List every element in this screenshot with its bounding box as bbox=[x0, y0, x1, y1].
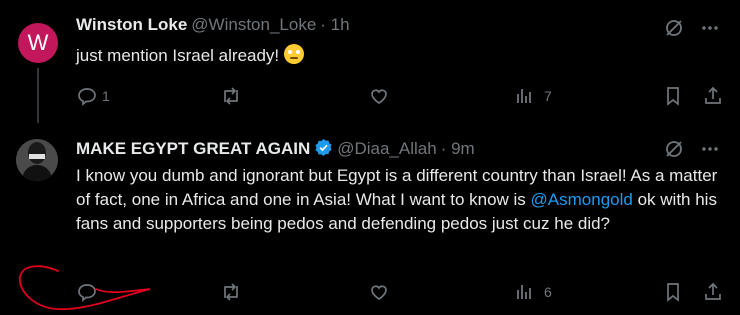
reply-icon bbox=[78, 88, 96, 106]
grok-icon[interactable] bbox=[664, 139, 684, 164]
view-count: 7 bbox=[544, 88, 552, 104]
reply-button[interactable] bbox=[76, 281, 98, 303]
views-icon bbox=[517, 285, 531, 299]
rolling-eyes-emoji-icon bbox=[283, 44, 304, 64]
handle[interactable]: @Diaa_Allah bbox=[337, 139, 436, 158]
thread-line bbox=[37, 68, 39, 123]
timestamp[interactable]: · 1h bbox=[320, 15, 349, 34]
views-button[interactable]: 7 bbox=[514, 85, 552, 107]
tweet-top-icons bbox=[664, 139, 720, 164]
retweet-button[interactable] bbox=[220, 281, 242, 303]
reply-button[interactable]: 1 bbox=[76, 85, 110, 107]
more-icon[interactable] bbox=[700, 139, 720, 164]
more-icon[interactable] bbox=[700, 18, 720, 43]
retweet-icon bbox=[224, 283, 238, 301]
avatar[interactable]: W bbox=[18, 23, 58, 63]
heart-icon bbox=[371, 285, 387, 300]
like-button[interactable] bbox=[368, 281, 390, 303]
heart-icon bbox=[371, 89, 387, 104]
bookmark-icon bbox=[667, 87, 679, 106]
share-icon bbox=[705, 86, 721, 104]
avatar[interactable] bbox=[16, 139, 58, 181]
reply-icon bbox=[78, 284, 96, 302]
bookmark-button[interactable] bbox=[662, 281, 684, 303]
tweet-header: Winston Loke @Winston_Loke · 1h bbox=[76, 15, 350, 35]
display-name[interactable]: MAKE EGYPT GREAT AGAIN bbox=[76, 139, 310, 158]
views-icon bbox=[517, 89, 531, 103]
share-button[interactable] bbox=[702, 281, 724, 303]
tweet-actions: 6 bbox=[60, 281, 740, 305]
tweet-text-content: just mention Israel already! bbox=[76, 46, 280, 65]
view-count: 6 bbox=[544, 284, 552, 300]
retweet-icon bbox=[224, 87, 238, 105]
tweet-actions: 1 7 bbox=[60, 85, 740, 109]
tweet-text: I know you dumb and ignorant but Egypt i… bbox=[76, 164, 726, 236]
timestamp[interactable]: · 9m bbox=[441, 139, 475, 158]
like-button[interactable] bbox=[368, 85, 390, 107]
reply-count: 1 bbox=[102, 88, 110, 104]
display-name[interactable]: Winston Loke bbox=[76, 15, 187, 34]
avatar-letter: W bbox=[27, 30, 49, 55]
retweet-button[interactable] bbox=[220, 85, 242, 107]
bookmark-icon bbox=[667, 283, 679, 302]
bookmark-button[interactable] bbox=[662, 85, 684, 107]
mention-link[interactable]: @Asmongold bbox=[531, 190, 633, 209]
tweet-text: just mention Israel already! bbox=[76, 44, 304, 68]
tweet-header: MAKE EGYPT GREAT AGAIN @Diaa_Allah · 9m bbox=[76, 138, 475, 162]
verified-badge-icon bbox=[314, 138, 333, 162]
tweet-top-icons bbox=[664, 18, 720, 43]
share-button[interactable] bbox=[702, 85, 724, 107]
views-button[interactable]: 6 bbox=[514, 281, 552, 303]
grok-icon[interactable] bbox=[664, 18, 684, 43]
share-icon bbox=[705, 282, 721, 300]
handle[interactable]: @Winston_Loke bbox=[191, 15, 316, 34]
